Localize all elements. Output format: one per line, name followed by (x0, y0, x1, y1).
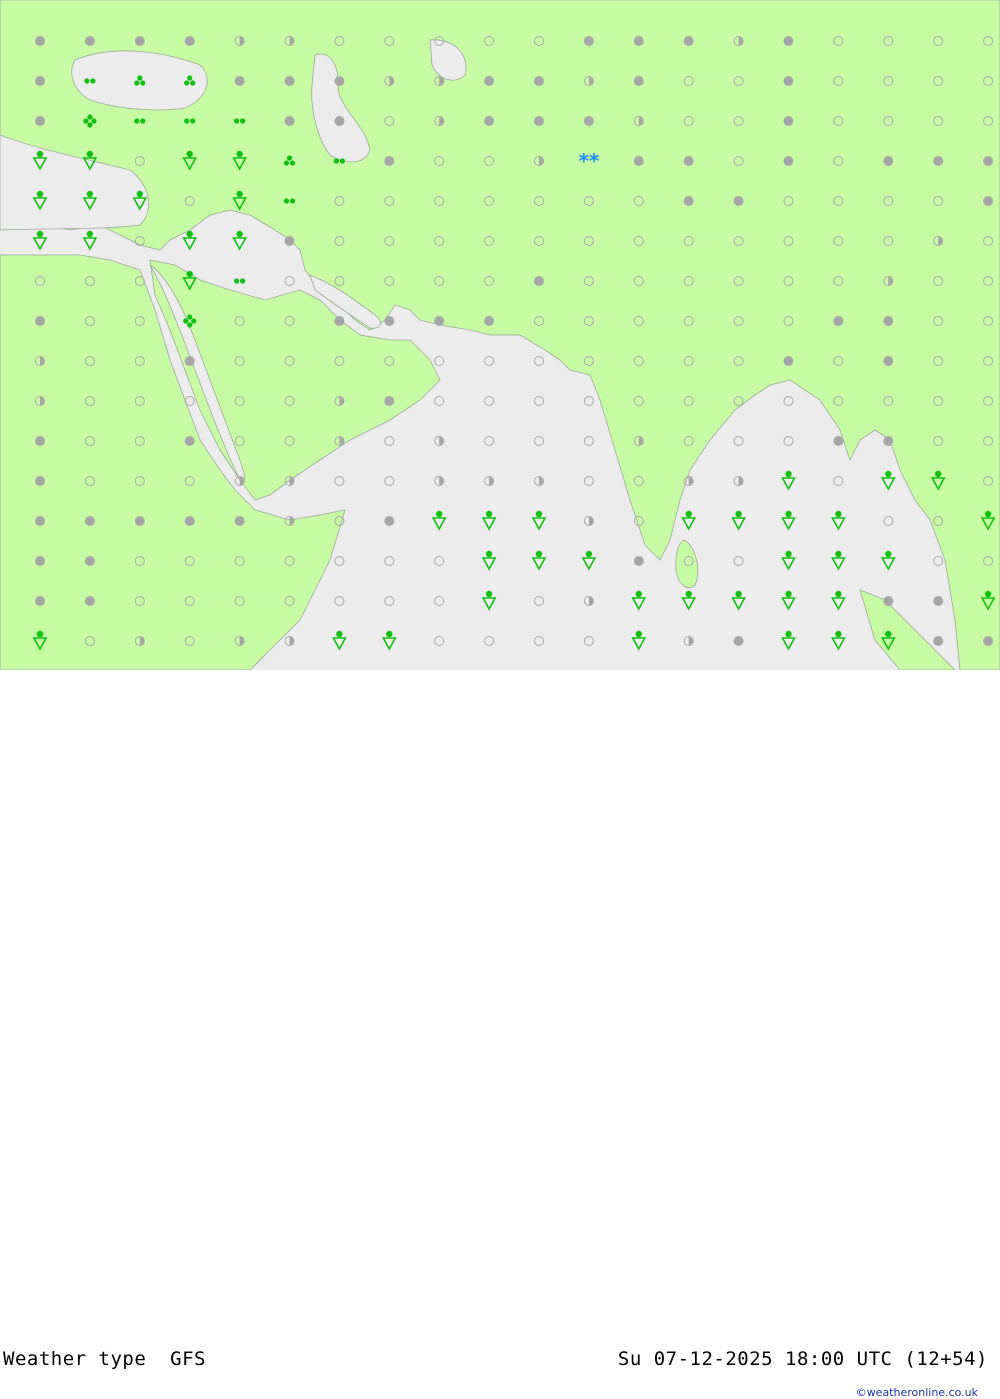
overcast-symbol (184, 436, 195, 446)
overcast-symbol (484, 116, 495, 126)
overcast-symbol (983, 196, 994, 206)
overcast-symbol (35, 116, 45, 126)
credit-link[interactable]: ©weatheronline.co.uk (856, 1386, 978, 1399)
overcast-symbol (933, 596, 944, 606)
map-title: Weather type GFS (3, 1348, 206, 1370)
overcast-symbol (334, 316, 345, 326)
overcast-symbol (184, 356, 195, 366)
overcast-symbol (733, 196, 744, 206)
overcast-symbol (35, 596, 45, 606)
overcast-symbol (484, 76, 495, 86)
overcast-symbol (683, 36, 694, 46)
overcast-symbol (833, 436, 844, 446)
map-footer: Weather type GFS Su 07-12-2025 18:00 UTC… (0, 670, 1000, 1399)
overcast-symbol (184, 36, 195, 46)
overcast-symbol (35, 436, 45, 446)
overcast-symbol (633, 156, 644, 166)
overcast-symbol (184, 516, 195, 526)
overcast-symbol (35, 316, 45, 326)
overcast-symbol (833, 316, 844, 326)
overcast-symbol (534, 116, 544, 126)
overcast-symbol (234, 516, 245, 526)
overcast-symbol (633, 556, 644, 566)
overcast-symbol (783, 156, 794, 166)
overcast-symbol (983, 636, 994, 646)
overcast-symbol (384, 316, 395, 326)
overcast-symbol (234, 76, 245, 86)
overcast-symbol (883, 356, 894, 366)
overcast-symbol (84, 556, 95, 566)
overcast-symbol (583, 36, 594, 46)
overcast-symbol (134, 36, 145, 46)
overcast-symbol (933, 156, 944, 166)
overcast-symbol (284, 236, 295, 246)
overcast-symbol (783, 36, 794, 46)
overcast-symbol (883, 436, 894, 446)
overcast-symbol (284, 116, 295, 126)
overcast-symbol (384, 156, 395, 166)
overcast-symbol (134, 516, 145, 526)
overcast-symbol (783, 356, 794, 366)
overcast-symbol (84, 516, 95, 526)
svg-text:**: ** (578, 149, 599, 173)
overcast-symbol (484, 316, 495, 326)
snow-symbol: ** (578, 149, 599, 173)
weather-map: ** (0, 0, 1000, 670)
overcast-symbol (733, 636, 744, 646)
overcast-symbol (933, 636, 944, 646)
overcast-symbol (883, 316, 894, 326)
overcast-symbol (284, 76, 295, 86)
overcast-symbol (534, 276, 544, 286)
overcast-symbol (384, 396, 395, 406)
overcast-symbol (384, 516, 395, 526)
overcast-symbol (35, 516, 45, 526)
overcast-symbol (983, 156, 994, 166)
overcast-symbol (783, 116, 794, 126)
overcast-symbol (883, 596, 894, 606)
overcast-symbol (35, 36, 45, 46)
overcast-symbol (633, 76, 644, 86)
overcast-symbol (434, 316, 445, 326)
overcast-symbol (583, 116, 594, 126)
overcast-symbol (84, 596, 95, 606)
overcast-symbol (683, 156, 694, 166)
overcast-symbol (35, 556, 45, 566)
overcast-symbol (783, 76, 794, 86)
overcast-symbol (35, 76, 45, 86)
overcast-symbol (683, 196, 694, 206)
overcast-symbol (84, 36, 95, 46)
forecast-timestamp: Su 07-12-2025 18:00 UTC (12+54) (617, 1348, 988, 1370)
overcast-symbol (334, 116, 345, 126)
overcast-symbol (633, 36, 644, 46)
overcast-symbol (883, 156, 894, 166)
overcast-symbol (334, 76, 345, 86)
overcast-symbol (35, 476, 45, 486)
overcast-symbol (534, 76, 544, 86)
